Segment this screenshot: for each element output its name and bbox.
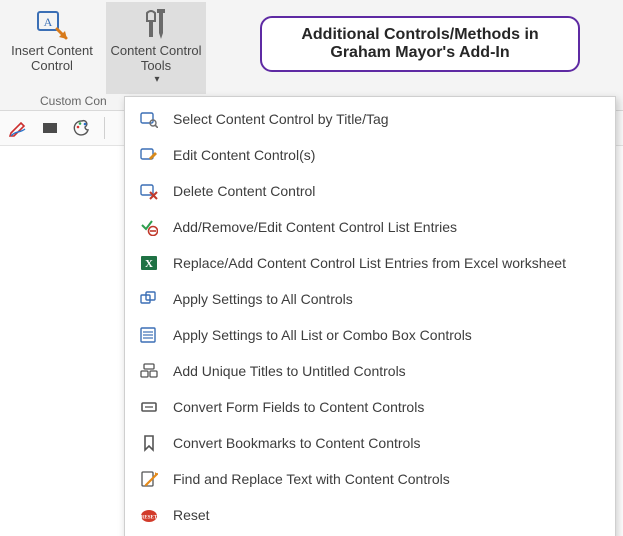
ribbon: A Insert Content Control Content Control…: [0, 0, 623, 111]
tools-icon: [138, 6, 174, 42]
menu-item-label: Delete Content Control: [173, 183, 315, 199]
menu-item-list-entries[interactable]: Add/Remove/Edit Content Control List Ent…: [125, 209, 615, 245]
apply-list-icon: [139, 325, 159, 345]
menu-item-convert-bookmarks[interactable]: Convert Bookmarks to Content Controls: [125, 425, 615, 461]
svg-text:RESET: RESET: [141, 516, 158, 521]
menu-item-label: Replace/Add Content Control List Entries…: [173, 255, 566, 271]
menu-item-label: Add/Remove/Edit Content Control List Ent…: [173, 219, 457, 235]
reset-icon: RESET: [139, 505, 159, 525]
menu-item-apply-list-combo[interactable]: Apply Settings to All List or Combo Box …: [125, 317, 615, 353]
callout-text: Additional Controls/Methods in Graham Ma…: [272, 26, 568, 62]
menu-item-label: Reset: [173, 507, 210, 523]
menu-item-convert-form-fields[interactable]: Convert Form Fields to Content Controls: [125, 389, 615, 425]
content-control-tools-label: Content Control Tools: [110, 44, 201, 74]
list-entries-icon: [139, 217, 159, 237]
toolbar-divider: [104, 117, 105, 139]
menu-item-label: Convert Bookmarks to Content Controls: [173, 435, 420, 451]
ribbon-group-label: Custom Con: [40, 94, 107, 108]
menu-item-label: Add Unique Titles to Untitled Controls: [173, 363, 406, 379]
shading-tool-icon[interactable]: [40, 118, 60, 138]
menu-item-delete[interactable]: Delete Content Control: [125, 173, 615, 209]
menu-item-label: Convert Form Fields to Content Controls: [173, 399, 424, 415]
menu-item-find-replace[interactable]: Find and Replace Text with Content Contr…: [125, 461, 615, 497]
menu-item-edit[interactable]: Edit Content Control(s): [125, 137, 615, 173]
content-control-tools-button[interactable]: Content Control Tools ▾: [106, 2, 206, 94]
edit-icon: [139, 145, 159, 165]
menu-item-excel-list[interactable]: X Replace/Add Content Control List Entri…: [125, 245, 615, 281]
menu-item-label: Apply Settings to All List or Combo Box …: [173, 327, 472, 343]
chevron-down-icon: ▾: [154, 74, 159, 86]
callout-box: Additional Controls/Methods in Graham Ma…: [260, 16, 580, 72]
pen-tool-icon[interactable]: [8, 118, 28, 138]
menu-item-label: Apply Settings to All Controls: [173, 291, 353, 307]
select-icon: [139, 109, 159, 129]
menu-item-apply-all[interactable]: Apply Settings to All Controls: [125, 281, 615, 317]
apply-all-icon: [139, 289, 159, 309]
menu-item-unique-titles[interactable]: Add Unique Titles to Untitled Controls: [125, 353, 615, 389]
convert-bookmark-icon: [139, 433, 159, 453]
content-control-tools-menu: Select Content Control by Title/Tag Edit…: [124, 96, 616, 536]
menu-item-label: Edit Content Control(s): [173, 147, 315, 163]
menu-item-select-by-title[interactable]: Select Content Control by Title/Tag: [125, 101, 615, 137]
find-replace-icon: [139, 469, 159, 489]
menu-item-reset[interactable]: RESET Reset: [125, 497, 615, 533]
unique-titles-icon: [139, 361, 159, 381]
menu-item-label: Select Content Control by Title/Tag: [173, 111, 389, 127]
svg-text:A: A: [44, 15, 53, 29]
convert-form-icon: [139, 397, 159, 417]
svg-text:X: X: [145, 258, 153, 270]
palette-tool-icon[interactable]: [72, 118, 92, 138]
insert-content-control-icon: A: [34, 6, 70, 42]
delete-icon: [139, 181, 159, 201]
insert-content-control-button[interactable]: A Insert Content Control: [2, 2, 102, 94]
excel-icon: X: [139, 253, 159, 273]
insert-content-control-label: Insert Content Control: [11, 44, 93, 74]
menu-item-label: Find and Replace Text with Content Contr…: [173, 471, 450, 487]
